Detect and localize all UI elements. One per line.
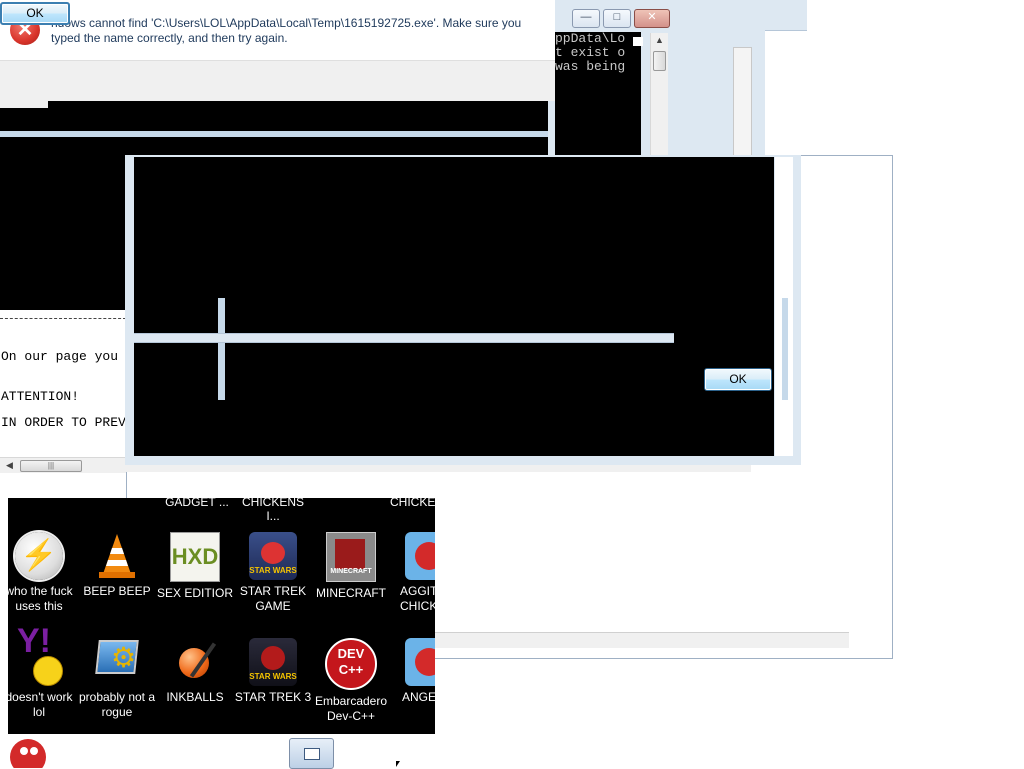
minimize-button[interactable]: — (572, 9, 600, 28)
right-window-scroll (733, 47, 752, 159)
scroll-left-icon[interactable]: ◀ (6, 460, 13, 471)
desktop-icon[interactable]: MINECRAFT MINECRAFT (312, 532, 390, 601)
close-button[interactable]: ✕ (634, 9, 670, 28)
desktop-icon[interactable]: ANGER (2) (390, 638, 435, 705)
desktop-icon-label: STAR TREK GAME (239, 584, 307, 613)
desktop-icon[interactable]: HXD SEX EDITIOR (156, 532, 234, 601)
desktop-icon-label: ANGER (2) (402, 690, 435, 704)
desktop-icon[interactable]: STAR WARS STAR TREK GAME (234, 532, 312, 614)
ok-button[interactable]: OK (704, 368, 772, 391)
error-dialog-shadow-block (0, 100, 48, 108)
inner-dialog-side-bar (782, 298, 788, 400)
desktop-icon-label: AGGITA CHICKE (400, 584, 435, 613)
error-message-line: ndows cannot find 'C:\Users\LOL\AppData\… (51, 16, 522, 30)
desktop-icon-label: doesn't work lol (8, 690, 73, 719)
desktop-icon[interactable]: INKBALLS (156, 638, 234, 705)
console-corner-box (633, 37, 643, 46)
angry-bird-icon (405, 638, 435, 686)
console-light-bar (0, 131, 571, 137)
console-output: ppData\Lo t exist o was being (555, 32, 641, 96)
desktop-icon[interactable]: BEEP BEEP (78, 532, 156, 599)
desktop-icon[interactable]: AGGITA CHICKE (390, 532, 435, 614)
desktop-icon[interactable]: DEV C++ Embarcadero Dev-C++ (312, 638, 390, 724)
web-page-area (0, 310, 126, 458)
desktop-label: CHICKE (390, 498, 435, 509)
console-line: t exist o (555, 45, 626, 60)
devcpp-icon: DEV C++ (325, 638, 377, 690)
background-window-bottom-bar (434, 632, 849, 648)
desktop-label: GADGET ... (165, 498, 229, 509)
desktop-icon-label: MINECRAFT (316, 586, 386, 600)
inkball-icon (171, 638, 219, 686)
desktop-icon[interactable]: STAR WARS STAR TREK 3 (234, 638, 312, 705)
console-line: ppData\Lo (555, 32, 626, 46)
desktop-icon[interactable]: Y! doesn't work lol (8, 624, 78, 720)
desktop-icon[interactable]: ⚡ who the fuck uses this (8, 532, 78, 614)
console-white-body (555, 96, 641, 156)
desktop-icon[interactable]: ⚙ probably not a rogue (78, 638, 156, 720)
maximize-button[interactable]: □ (603, 9, 631, 28)
angry-birds-starwars-icon: STAR WARS (249, 532, 297, 580)
window-frame-vertical (218, 298, 225, 400)
scroll-thumb[interactable]: ||| (20, 460, 82, 472)
error-dialog-footer (0, 60, 555, 101)
angry-bird-icon[interactable] (6, 733, 50, 768)
desktop-panel: GADGET ... CHICKENS I... CHICKE ⚡ who th… (8, 498, 435, 734)
desktop-icon-label: probably not a rogue (78, 690, 156, 719)
web-text-line: On our page you w (1, 349, 126, 364)
console-line: was being (555, 59, 626, 74)
desktop-label: CHICKENS I... (241, 498, 304, 523)
window-icon (304, 748, 320, 760)
desktop-icon-label: Embarcadero Dev-C++ (314, 694, 388, 723)
scroll-thumb[interactable] (653, 51, 666, 71)
bolt-icon: ⚡ (15, 532, 63, 580)
inner-dialog-body (134, 157, 774, 456)
gear-monitor-icon: ⚙ (93, 638, 141, 686)
web-text-line: ATTENTION! (1, 389, 80, 404)
dashed-divider (0, 318, 126, 319)
angry-birds-starwars-icon: STAR WARS (249, 638, 297, 686)
ok-button[interactable]: OK (0, 2, 70, 25)
desktop-icon-label: INKBALLS (166, 690, 224, 704)
window-frame-horizontal-2 (134, 333, 674, 343)
scroll-up-icon[interactable]: ▲ (655, 35, 664, 45)
minecraft-icon: MINECRAFT (326, 532, 376, 582)
web-text-line: IN ORDER TO PREV (1, 415, 126, 430)
right-window-fragment (676, 0, 807, 31)
cursor-icon (396, 761, 400, 767)
angry-bird-icon (405, 532, 435, 580)
desktop-icon-label: BEEP BEEP (83, 584, 151, 598)
desktop-icon-label: SEX EDITIOR (156, 586, 233, 600)
horizontal-scrollbar[interactable]: ◀ ||| (0, 457, 126, 473)
error-message-line: typed the name correctly, and then try a… (51, 31, 288, 45)
taskbar-window-button[interactable] (289, 738, 334, 769)
desktop-icon-label: who the fuck uses this (8, 584, 73, 613)
desktop-icon-label: STAR TREK 3 (234, 690, 312, 704)
hxd-icon: HXD (170, 532, 220, 582)
yahoo-messenger-icon: Y! (15, 624, 63, 686)
traffic-cone-icon (93, 532, 141, 580)
